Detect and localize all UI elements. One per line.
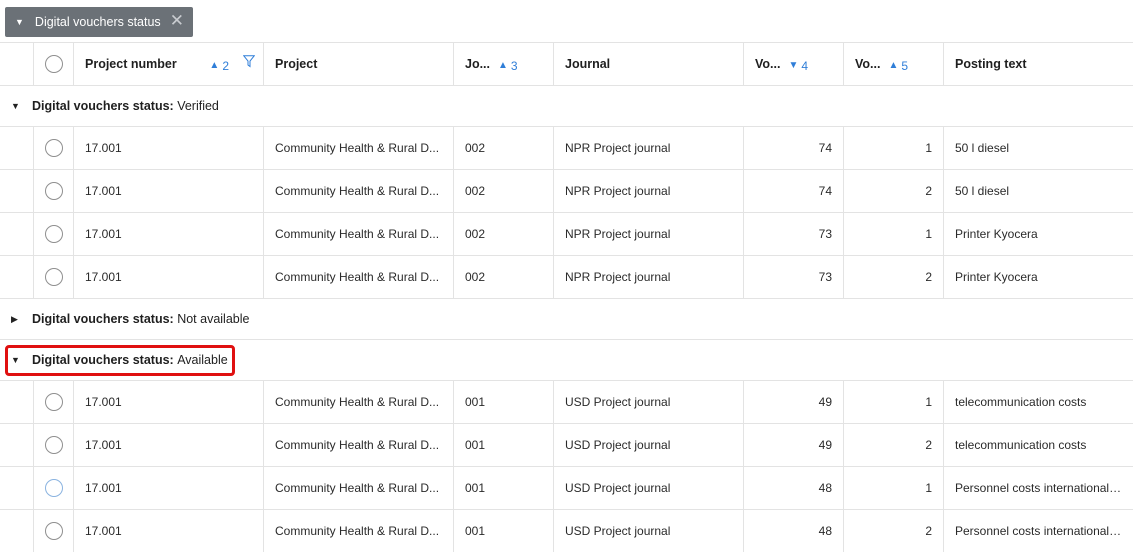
grid-header: Project number ▲ 2 Project Jo... ▲ 3 Journ… bbox=[0, 43, 1133, 86]
row-select-radio[interactable] bbox=[44, 268, 63, 286]
group-label: Digital vouchers status: Verified bbox=[32, 99, 219, 113]
row-select-radio[interactable] bbox=[44, 225, 63, 243]
sort-indicator[interactable]: ▼ 4 bbox=[788, 57, 809, 73]
group-chip[interactable]: ▼ Digital vouchers status ✕ bbox=[5, 7, 193, 37]
column-label: Vo... bbox=[855, 57, 881, 71]
row-select-radio[interactable] bbox=[44, 436, 63, 454]
sort-order: 4 bbox=[801, 59, 809, 73]
table-row[interactable]: 17.001 Community Health & Rural D... 001… bbox=[0, 424, 1133, 467]
expand-triangle-icon[interactable]: ▶ bbox=[11, 314, 18, 325]
collapse-triangle-icon[interactable]: ▼ bbox=[11, 355, 20, 365]
sort-indicator[interactable]: ▲ 3 bbox=[498, 57, 518, 73]
group-by-bar: ▼ Digital vouchers status ✕ bbox=[0, 0, 1133, 43]
group-row-verified[interactable]: ▼ Digital vouchers status: Verified bbox=[0, 86, 1133, 127]
group-label: Digital vouchers status: Available bbox=[32, 353, 228, 367]
close-icon[interactable]: ✕ bbox=[170, 11, 184, 31]
filter-icon[interactable] bbox=[243, 55, 255, 68]
group-chip-label: Digital vouchers status bbox=[34, 15, 161, 29]
table-row[interactable]: 17.001 Community Health & Rural D... 001… bbox=[0, 381, 1133, 424]
sort-order: 2 bbox=[222, 59, 229, 73]
row-select-radio[interactable] bbox=[44, 139, 63, 157]
column-header-vo-b[interactable]: Vo... ▲ 5 bbox=[843, 43, 943, 85]
collapse-triangle-icon[interactable]: ▼ bbox=[11, 101, 20, 111]
column-label: Project number bbox=[85, 57, 177, 71]
table-row[interactable]: 17.001 Community Health & Rural D... 002… bbox=[0, 256, 1133, 299]
column-header-jo[interactable]: Jo... ▲ 3 bbox=[453, 43, 553, 85]
chip-sort-icon[interactable]: ▼ bbox=[15, 17, 24, 27]
select-all-radio[interactable] bbox=[44, 55, 63, 73]
table-row[interactable]: 17.001 Community Health & Rural D... 002… bbox=[0, 213, 1133, 256]
group-row-not-available[interactable]: ▶ Digital vouchers status: Not available bbox=[0, 299, 1133, 340]
sort-order: 5 bbox=[901, 59, 909, 73]
sort-ascending-icon: ▲ bbox=[209, 60, 220, 71]
table-row[interactable]: 17.001 Community Health & Rural D... 002… bbox=[0, 170, 1133, 213]
column-label: Posting text bbox=[955, 57, 1027, 71]
data-grid: Project number ▲ 2 Project Jo... ▲ 3 Journ… bbox=[0, 43, 1133, 552]
row-select-radio[interactable] bbox=[44, 182, 63, 200]
column-label: Project bbox=[275, 57, 318, 71]
group-row-available[interactable]: ▼ Digital vouchers status: Available bbox=[0, 340, 1133, 381]
sort-ascending-icon: ▲ bbox=[498, 60, 508, 71]
row-select-radio[interactable] bbox=[44, 479, 63, 497]
sort-order: 3 bbox=[510, 59, 518, 73]
column-label: Jo... bbox=[465, 57, 491, 71]
table-row[interactable]: 17.001 Community Health & Rural D... 001… bbox=[0, 467, 1133, 510]
sort-indicator[interactable]: ▲ 5 bbox=[888, 57, 909, 73]
row-select-radio[interactable] bbox=[44, 393, 63, 411]
table-row[interactable]: 17.001 Community Health & Rural D... 001… bbox=[0, 510, 1133, 552]
column-header-project[interactable]: Project bbox=[263, 43, 453, 85]
sort-descending-icon: ▼ bbox=[788, 60, 799, 71]
column-header-vo-a[interactable]: Vo... ▼ 4 bbox=[743, 43, 843, 85]
column-header-journal[interactable]: Journal bbox=[553, 43, 743, 85]
group-label: Digital vouchers status: Not available bbox=[32, 312, 250, 326]
column-label: Journal bbox=[565, 57, 611, 71]
column-label: Vo... bbox=[755, 57, 781, 71]
table-row[interactable]: 17.001 Community Health & Rural D... 002… bbox=[0, 127, 1133, 170]
column-header-posting-text[interactable]: Posting text bbox=[943, 43, 1133, 85]
sort-indicator[interactable]: ▲ 2 bbox=[209, 57, 229, 73]
row-select-radio[interactable] bbox=[44, 522, 63, 540]
header-expander-cell bbox=[0, 43, 33, 85]
column-header-project-number[interactable]: Project number ▲ 2 bbox=[73, 43, 263, 85]
sort-ascending-icon: ▲ bbox=[888, 60, 899, 71]
header-select-cell bbox=[33, 43, 73, 85]
